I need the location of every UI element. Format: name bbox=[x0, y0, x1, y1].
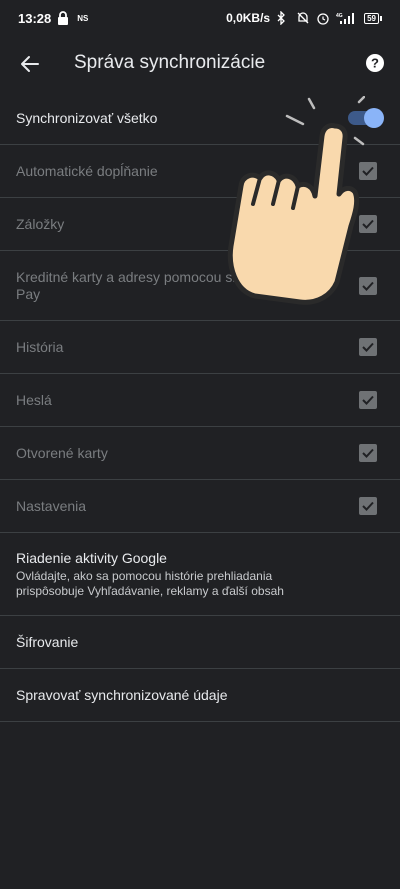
check-icon bbox=[362, 166, 374, 176]
sync-all-label: Synchronizovať všetko bbox=[16, 109, 158, 126]
check-icon bbox=[362, 448, 374, 458]
back-button[interactable] bbox=[12, 44, 48, 84]
status-time: 13:28 bbox=[18, 10, 52, 26]
sync-item-checkbox[interactable] bbox=[359, 276, 377, 295]
check-icon bbox=[362, 501, 374, 511]
battery-tip bbox=[380, 15, 382, 21]
sync-item-label: Záložky bbox=[16, 215, 65, 232]
sync-item-checkbox[interactable] bbox=[359, 215, 377, 233]
ns-badge: NS bbox=[77, 13, 89, 23]
check-icon bbox=[362, 342, 374, 352]
sync-item-label: Automatické dopĺňanie bbox=[16, 162, 158, 179]
sync-item-passwords[interactable]: Heslá bbox=[0, 374, 400, 427]
alarm-icon bbox=[316, 11, 330, 25]
sync-item-checkbox[interactable] bbox=[359, 497, 377, 515]
page-title: Správa synchronizácie bbox=[74, 52, 266, 73]
check-icon bbox=[362, 395, 374, 405]
svg-text:?: ? bbox=[371, 56, 379, 71]
help-icon: ? bbox=[366, 54, 384, 72]
activity-controls-row[interactable]: Riadenie aktivity Google Ovládajte, ako … bbox=[0, 533, 400, 616]
battery-level: 59 bbox=[364, 12, 379, 24]
arrow-back-icon bbox=[21, 56, 39, 72]
sync-item-checkbox[interactable] bbox=[359, 162, 377, 180]
sync-item-checkbox[interactable] bbox=[359, 391, 377, 409]
sync-settings-list: Synchronizovať všetko Automatické dopĺňa… bbox=[0, 92, 400, 722]
sync-item-label: Nastavenia bbox=[16, 497, 87, 514]
toolbar: Správa synchronizácie ? bbox=[0, 40, 400, 88]
svg-text:4G: 4G bbox=[336, 13, 343, 19]
sync-item-checkbox[interactable] bbox=[359, 444, 377, 462]
sync-item-settings[interactable]: Nastavenia bbox=[0, 480, 400, 533]
net-speed: 0,0KB/s bbox=[226, 11, 271, 25]
toggle-thumb bbox=[364, 108, 384, 128]
check-icon bbox=[362, 281, 374, 291]
bell-off-icon bbox=[296, 11, 310, 25]
activity-subtitle: Ovládajte, ako sa pomocou histórie prehl… bbox=[16, 568, 284, 598]
status-bar: 13:28 NS 0,0KB/s 4G 59 bbox=[0, 0, 400, 36]
sync-item-open-tabs[interactable]: Otvorené karty bbox=[0, 427, 400, 480]
sync-item-label: História bbox=[16, 338, 64, 355]
sync-all-toggle[interactable] bbox=[344, 108, 384, 128]
lock-icon bbox=[57, 11, 71, 25]
battery-icon: 59 bbox=[364, 12, 382, 24]
manage-synced-data-row[interactable]: Spravovať synchronizované údaje bbox=[0, 669, 400, 722]
sync-item-bookmarks[interactable]: Záložky bbox=[0, 198, 400, 251]
sync-item-history[interactable]: História bbox=[0, 321, 400, 374]
encryption-row[interactable]: Šifrovanie bbox=[0, 616, 400, 669]
encryption-label: Šifrovanie bbox=[16, 633, 79, 650]
sync-item-autofill[interactable]: Automatické dopĺňanie bbox=[0, 145, 400, 198]
bluetooth-icon bbox=[276, 10, 290, 26]
status-right: 0,0KB/s 4G 59 bbox=[226, 10, 382, 26]
sync-all-row[interactable]: Synchronizovať všetko bbox=[0, 92, 400, 145]
signal-icon: 4G bbox=[336, 11, 358, 25]
sync-item-label: Otvorené karty bbox=[16, 444, 108, 461]
sync-item-payments[interactable]: Kreditné karty a adresy pomocou služby G… bbox=[0, 251, 400, 321]
sync-item-label: Heslá bbox=[16, 391, 52, 408]
activity-title: Riadenie aktivity Google bbox=[16, 549, 167, 566]
status-left: 13:28 NS bbox=[18, 11, 88, 26]
manage-synced-data-label: Spravovať synchronizované údaje bbox=[16, 686, 228, 703]
help-button[interactable]: ? bbox=[364, 52, 386, 74]
sync-item-checkbox[interactable] bbox=[359, 338, 377, 356]
sync-item-label: Kreditné karty a adresy pomocou služby G… bbox=[16, 268, 315, 302]
check-icon bbox=[362, 219, 374, 229]
